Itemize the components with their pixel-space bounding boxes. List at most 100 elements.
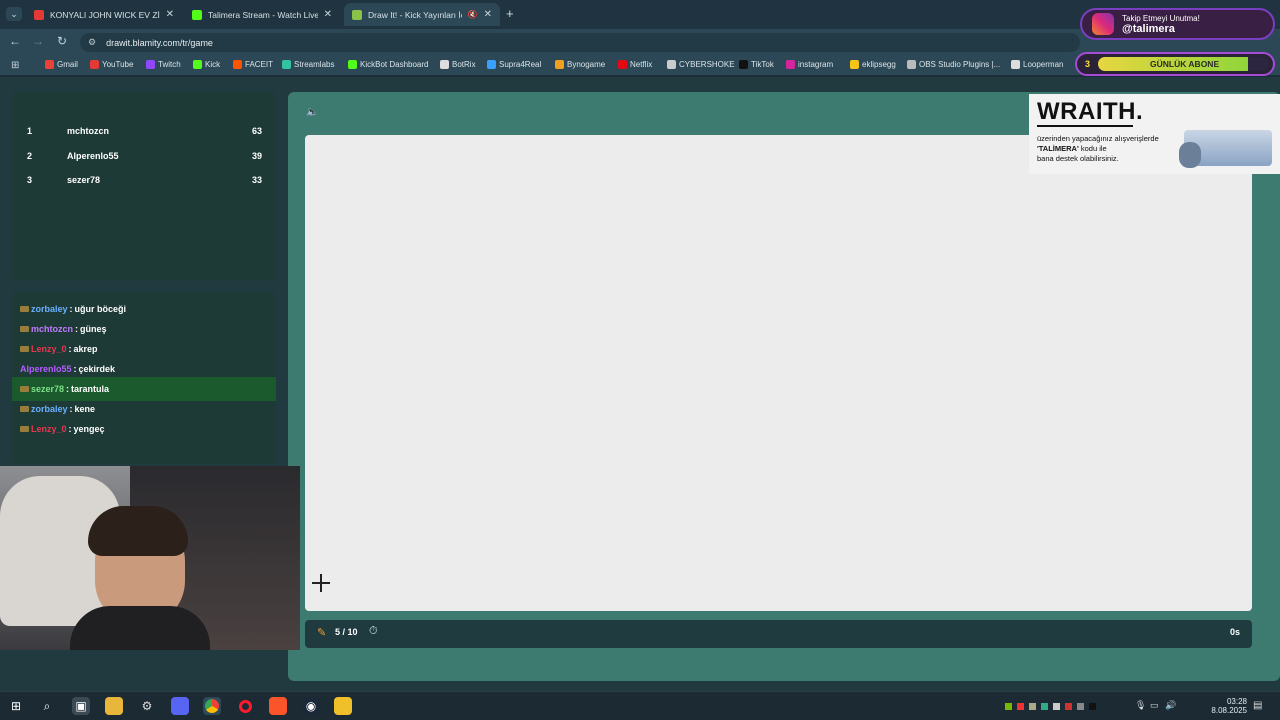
bookmark-favicon-icon: [1011, 60, 1020, 69]
tab-youtube[interactable]: KONYALI JOHN WICK EV ZİYARE ✕: [26, 3, 182, 26]
chat-username: zorbaley: [31, 404, 68, 414]
crosshair-cursor-icon: [312, 574, 330, 592]
bookmark-favicon-icon: [907, 60, 916, 69]
bookmark-label: Streamlabs: [294, 60, 335, 69]
close-tab-icon[interactable]: ✕: [166, 9, 174, 20]
bookmark-gmail[interactable]: Gmail: [45, 60, 78, 69]
bookmark-favicon-icon: [739, 60, 748, 69]
chat-text: güneş: [80, 324, 107, 334]
new-tab-button[interactable]: +: [506, 6, 514, 21]
pencil-icon: ✎: [317, 627, 327, 639]
timer-icon: ⏱: [369, 625, 378, 637]
tab-kick[interactable]: Talimera Stream - Watch Live on ✕: [184, 3, 340, 26]
microphone-icon[interactable]: 🎙: [1135, 700, 1146, 711]
clock-time: 03:28: [1226, 697, 1247, 706]
windows-start-icon[interactable]: ⊞: [7, 697, 25, 715]
instagram-handle: @talimera: [1122, 22, 1175, 35]
instagram-follow-overlay: Takip Etmeyi Unutma! @talimera: [1080, 8, 1275, 40]
chat-message: mchtozcn: güneş: [20, 324, 107, 334]
bookmark-tiktok[interactable]: TikTok: [739, 60, 774, 69]
chat-message: zorbaley: kene: [20, 404, 95, 414]
sponsor-brand: WRAITH.: [1037, 98, 1144, 125]
bookmark-supra4real[interactable]: Supra4Real: [487, 60, 541, 69]
chat-text: tarantula: [71, 384, 110, 394]
network-icon[interactable]: ▭: [1150, 700, 1159, 711]
sponsor-code: 'TALİMERA': [1037, 144, 1079, 153]
forward-icon[interactable]: →: [32, 34, 44, 48]
muted-icon[interactable]: 🔇: [468, 10, 478, 19]
notifications-icon[interactable]: ▤: [1253, 700, 1262, 711]
close-tab-icon[interactable]: ✕: [324, 9, 332, 20]
player-name: sezer78: [67, 175, 101, 185]
tab-search-button[interactable]: ⌄: [6, 7, 22, 21]
apps-grid-icon[interactable]: ⊞: [11, 60, 19, 71]
app-icon[interactable]: [334, 697, 352, 715]
brave-icon[interactable]: [269, 697, 287, 715]
tab-label: KONYALI JOHN WICK EV ZİYARE: [50, 9, 160, 20]
bookmark-favicon-icon: [786, 60, 795, 69]
youtube-icon: [34, 9, 44, 20]
bookmark-obs-studio-plugins[interactable]: OBS Studio Plugins |...: [907, 60, 1000, 69]
bookmark-streamlabs[interactable]: Streamlabs: [282, 60, 334, 69]
chat-badge-icon: [20, 386, 29, 392]
chrome-icon[interactable]: [203, 697, 221, 715]
score: 33: [251, 175, 262, 185]
bookmark-eklipsegg[interactable]: eklipsegg: [850, 60, 896, 69]
chat-message: Lenzy_0: akrep: [20, 344, 98, 354]
close-tab-icon[interactable]: ✕: [484, 9, 492, 20]
bookmark-netflix[interactable]: Netflix: [618, 60, 652, 69]
bookmark-youtube[interactable]: YouTube: [90, 60, 133, 69]
url-field[interactable]: ⚙ drawit.blamity.com/tr/game: [80, 33, 1080, 52]
chat-badge-icon: [20, 326, 29, 332]
opera-icon[interactable]: [236, 697, 254, 715]
url-text: drawit.blamity.com/tr/game: [106, 37, 213, 48]
rank: 3: [27, 175, 33, 185]
chat-badge-icon: [20, 346, 29, 352]
chat-badge-icon: [20, 306, 29, 312]
taskbar-clock[interactable]: 03:28 8.08.2025: [1187, 697, 1247, 715]
system-tray[interactable]: [1005, 700, 1125, 712]
bookmark-label: YouTube: [102, 60, 134, 69]
chat-separator: :: [73, 364, 77, 374]
bookmark-label: FACEIT: [245, 60, 274, 69]
search-icon[interactable]: ⌕: [38, 697, 56, 715]
chat-text: kene: [74, 404, 96, 414]
bookmark-twitch[interactable]: Twitch: [146, 60, 181, 69]
clock-date: 8.08.2025: [1211, 706, 1247, 715]
chat-message: sezer78: tarantula: [20, 384, 109, 394]
bookmark-kick[interactable]: Kick: [193, 60, 220, 69]
bookmark-instagram[interactable]: instagram: [786, 60, 833, 69]
sponsor-ad-overlay: WRAITH. üzerinden yapacağınız alışverişl…: [1029, 94, 1280, 174]
site-info-icon[interactable]: ⚙: [88, 37, 96, 48]
volume-icon[interactable]: 🔊: [1165, 700, 1176, 711]
steam-icon[interactable]: ◉: [302, 697, 320, 715]
tab-label: Talimera Stream - Watch Live on: [208, 9, 318, 20]
chat-username: mchtozcn: [31, 324, 74, 334]
chat-username: zorbaley: [31, 304, 68, 314]
bookmark-favicon-icon: [487, 60, 496, 69]
chat-text: çekirdek: [78, 364, 116, 374]
discord-icon[interactable]: [171, 697, 189, 715]
bookmark-botrix[interactable]: BotRix: [440, 60, 476, 69]
task-view-icon[interactable]: ▣: [72, 697, 90, 715]
reload-icon[interactable]: ↻: [57, 34, 67, 48]
bookmark-kickbot-dashboard[interactable]: KickBot Dashboard: [348, 60, 428, 69]
bookmark-bynogame[interactable]: Bynogame: [555, 60, 605, 69]
bookmark-label: OBS Studio Plugins |...: [919, 60, 1001, 69]
back-icon[interactable]: ←: [9, 34, 21, 48]
instagram-icon: [1092, 13, 1114, 35]
bookmark-label: Supra4Real: [499, 60, 542, 69]
chat-username: Alperenlo55: [20, 364, 72, 374]
bookmark-faceit[interactable]: FACEIT: [233, 60, 273, 69]
bookmark-favicon-icon: [667, 60, 676, 69]
sound-icon[interactable]: 🔈: [306, 107, 318, 118]
file-explorer-icon[interactable]: [105, 697, 123, 715]
steelseries-icon[interactable]: ⚙: [138, 697, 156, 715]
drawing-canvas[interactable]: [305, 135, 1252, 611]
bookmark-cybershoke[interactable]: CYBERSHOKE: [667, 60, 735, 69]
sub-count: 3: [1085, 59, 1091, 69]
bookmark-looperman[interactable]: Looperman: [1011, 60, 1063, 69]
bookmark-label: Looperman: [1023, 60, 1064, 69]
bookmark-label: eklipsegg: [862, 60, 896, 69]
tab-drawit[interactable]: Draw It! - Kick Yayınları İçin 🔇 ✕: [344, 3, 500, 26]
